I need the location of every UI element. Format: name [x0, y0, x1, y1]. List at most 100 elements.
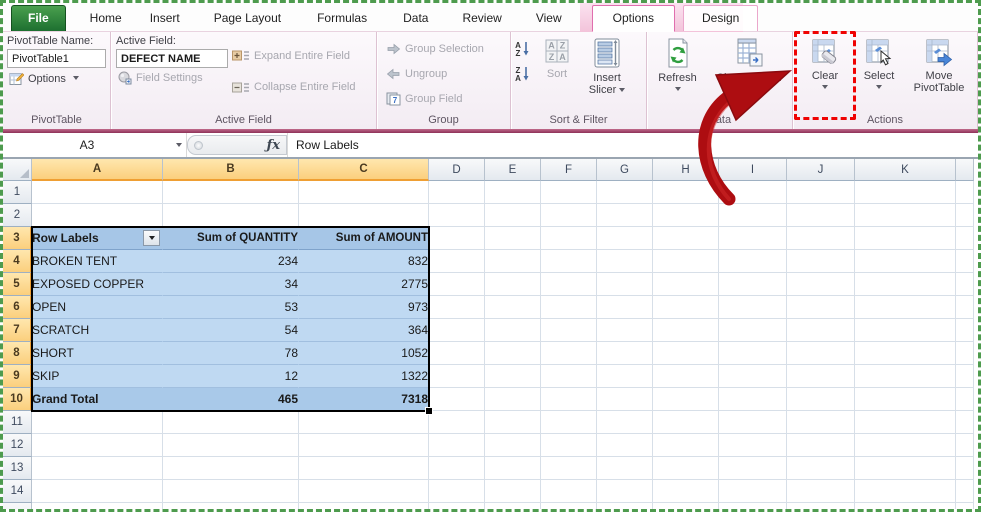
cell-C12[interactable] [299, 434, 429, 457]
cell-J7[interactable] [787, 319, 855, 342]
cell-K15[interactable] [855, 503, 956, 509]
cell-G10[interactable] [597, 388, 653, 411]
cell-A5[interactable]: EXPOSED COPPER [32, 273, 163, 296]
cell-B1[interactable] [163, 181, 299, 204]
cell-A10[interactable]: Grand Total [32, 388, 163, 411]
cell-H8[interactable] [653, 342, 719, 365]
cell-D8[interactable] [429, 342, 485, 365]
ungroup-button[interactable]: Ungroup [384, 66, 509, 82]
cell-B7[interactable]: 54 [163, 319, 299, 342]
row-header-7[interactable]: 7 [3, 319, 32, 342]
column-header-B[interactable]: B [163, 159, 299, 181]
cell-I13[interactable] [719, 457, 787, 480]
cell-A12[interactable] [32, 434, 163, 457]
move-pivottable-button[interactable]: Move PivotTable [907, 34, 971, 113]
cell-D1[interactable] [429, 181, 485, 204]
cell-I8[interactable] [719, 342, 787, 365]
cell-B14[interactable] [163, 480, 299, 503]
cell-J8[interactable] [787, 342, 855, 365]
cell-I15[interactable] [719, 503, 787, 509]
cell-C5[interactable]: 2775 [299, 273, 429, 296]
cell-J9[interactable] [787, 365, 855, 388]
column-header-J[interactable]: J [787, 159, 855, 181]
cell-E4[interactable] [485, 250, 541, 273]
cell-L8[interactable] [956, 342, 974, 365]
cell-K14[interactable] [855, 480, 956, 503]
cell-J6[interactable] [787, 296, 855, 319]
cell-L11[interactable] [956, 411, 974, 434]
cell-K9[interactable] [855, 365, 956, 388]
sort-button[interactable]: AZZA Sort [536, 34, 578, 113]
row-header-15[interactable] [3, 503, 32, 509]
cell-D6[interactable] [429, 296, 485, 319]
cell-H2[interactable] [653, 204, 719, 227]
cell-F10[interactable] [541, 388, 597, 411]
cell-C1[interactable] [299, 181, 429, 204]
row-labels-filter-button[interactable] [143, 230, 160, 246]
cell-C4[interactable]: 832 [299, 250, 429, 273]
cell-J15[interactable] [787, 503, 855, 509]
cell-G9[interactable] [597, 365, 653, 388]
cell-G12[interactable] [597, 434, 653, 457]
cell-C13[interactable] [299, 457, 429, 480]
row-header-13[interactable]: 13 [3, 457, 32, 480]
cell-J11[interactable] [787, 411, 855, 434]
cell-F6[interactable] [541, 296, 597, 319]
cell-G13[interactable] [597, 457, 653, 480]
cell-L1[interactable] [956, 181, 974, 204]
cell-F5[interactable] [541, 273, 597, 296]
cell-D13[interactable] [429, 457, 485, 480]
cell-E12[interactable] [485, 434, 541, 457]
insert-slicer-button[interactable]: Insert Slicer [582, 34, 632, 113]
cell-H6[interactable] [653, 296, 719, 319]
sort-za-button[interactable]: ZA [514, 65, 532, 82]
cell-F13[interactable] [541, 457, 597, 480]
cell-H4[interactable] [653, 250, 719, 273]
cell-H3[interactable] [653, 227, 719, 250]
cell-D15[interactable] [429, 503, 485, 509]
row-header-9[interactable]: 9 [3, 365, 32, 388]
cell-H14[interactable] [653, 480, 719, 503]
cell-I6[interactable] [719, 296, 787, 319]
cell-C14[interactable] [299, 480, 429, 503]
row-header-3[interactable]: 3 [3, 227, 32, 250]
cell-H12[interactable] [653, 434, 719, 457]
cell-K1[interactable] [855, 181, 956, 204]
clear-button[interactable]: Clear [799, 34, 851, 113]
tab-view[interactable]: View [522, 6, 576, 31]
cell-G7[interactable] [597, 319, 653, 342]
cell-E15[interactable] [485, 503, 541, 509]
cell-G6[interactable] [597, 296, 653, 319]
column-header-G[interactable]: G [597, 159, 653, 181]
cell-I2[interactable] [719, 204, 787, 227]
cell-K13[interactable] [855, 457, 956, 480]
cell-A11[interactable] [32, 411, 163, 434]
cell-K8[interactable] [855, 342, 956, 365]
cell-B15[interactable] [163, 503, 299, 509]
pivottable-options-button[interactable]: Options [7, 70, 106, 87]
cell-D10[interactable] [429, 388, 485, 411]
insert-function-button[interactable]: ƒx [267, 138, 280, 153]
cell-G4[interactable] [597, 250, 653, 273]
cell-E11[interactable] [485, 411, 541, 434]
row-header-10[interactable]: 10 [3, 388, 32, 411]
cell-L7[interactable] [956, 319, 974, 342]
cell-B13[interactable] [163, 457, 299, 480]
tab-home[interactable]: Home [76, 6, 136, 31]
cell-F7[interactable] [541, 319, 597, 342]
cell-A4[interactable]: BROKEN TENT [32, 250, 163, 273]
column-header-A[interactable]: A [32, 159, 163, 181]
cell-D4[interactable] [429, 250, 485, 273]
field-settings-button[interactable]: Field Settings [116, 70, 228, 86]
row-header-5[interactable]: 5 [3, 273, 32, 296]
cell-L12[interactable] [956, 434, 974, 457]
cell-F2[interactable] [541, 204, 597, 227]
cell-I9[interactable] [719, 365, 787, 388]
cell-G14[interactable] [597, 480, 653, 503]
cell-C3[interactable]: Sum of AMOUNT [299, 227, 429, 250]
cell-E10[interactable] [485, 388, 541, 411]
tab-review[interactable]: Review [448, 6, 515, 31]
cell-F11[interactable] [541, 411, 597, 434]
column-header-E[interactable]: E [485, 159, 541, 181]
cell-K4[interactable] [855, 250, 956, 273]
